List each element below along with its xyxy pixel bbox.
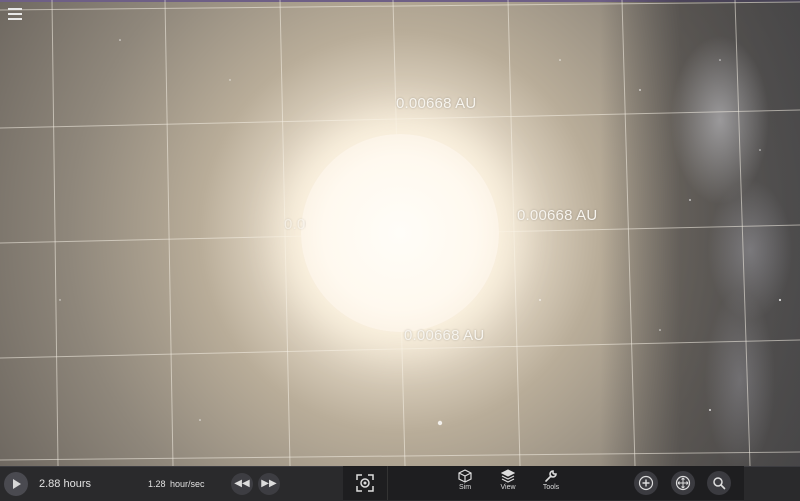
elapsed-time: 2.88 hours bbox=[39, 478, 91, 490]
layers-icon bbox=[501, 469, 515, 483]
search-button[interactable] bbox=[707, 471, 731, 495]
rewind-icon[interactable]: ◀◀ bbox=[231, 473, 253, 495]
tools-tab[interactable]: Tools bbox=[529, 466, 573, 500]
move-arrows-icon bbox=[675, 475, 691, 491]
move-button[interactable] bbox=[671, 471, 695, 495]
hamburger-icon[interactable] bbox=[8, 8, 22, 20]
play-icon[interactable] bbox=[4, 472, 28, 496]
view-tab[interactable]: View bbox=[486, 466, 530, 500]
navigation-panel: Sim View Tools bbox=[343, 466, 744, 500]
focus-target-icon bbox=[356, 474, 374, 492]
cube-icon bbox=[458, 469, 472, 483]
distance-label-top: 0.00668 AU bbox=[396, 95, 477, 112]
distance-label-right: 0.00668 AU bbox=[517, 207, 598, 224]
sim-tab[interactable]: Sim bbox=[443, 466, 487, 500]
add-button[interactable] bbox=[634, 471, 658, 495]
sim-label: Sim bbox=[458, 484, 472, 491]
rate-value: 1.28 bbox=[148, 479, 166, 489]
distance-label-left: 0.00668 AU bbox=[284, 216, 306, 233]
wrench-icon bbox=[545, 470, 557, 482]
tools-label: Tools bbox=[542, 484, 560, 491]
space-viewport[interactable]: 0.00668 AU 0.00668 AU 0.00668 AU 0.00668… bbox=[0, 0, 800, 466]
focus-button[interactable] bbox=[343, 466, 388, 500]
distance-label-bottom: 0.00668 AU bbox=[404, 327, 485, 344]
plus-icon bbox=[638, 475, 654, 491]
search-icon bbox=[713, 477, 726, 490]
rate-unit: hour/sec bbox=[170, 479, 205, 489]
fast-forward-icon[interactable]: ▶▶ bbox=[258, 473, 280, 495]
star-body[interactable] bbox=[301, 134, 499, 332]
view-label: View bbox=[500, 484, 516, 491]
